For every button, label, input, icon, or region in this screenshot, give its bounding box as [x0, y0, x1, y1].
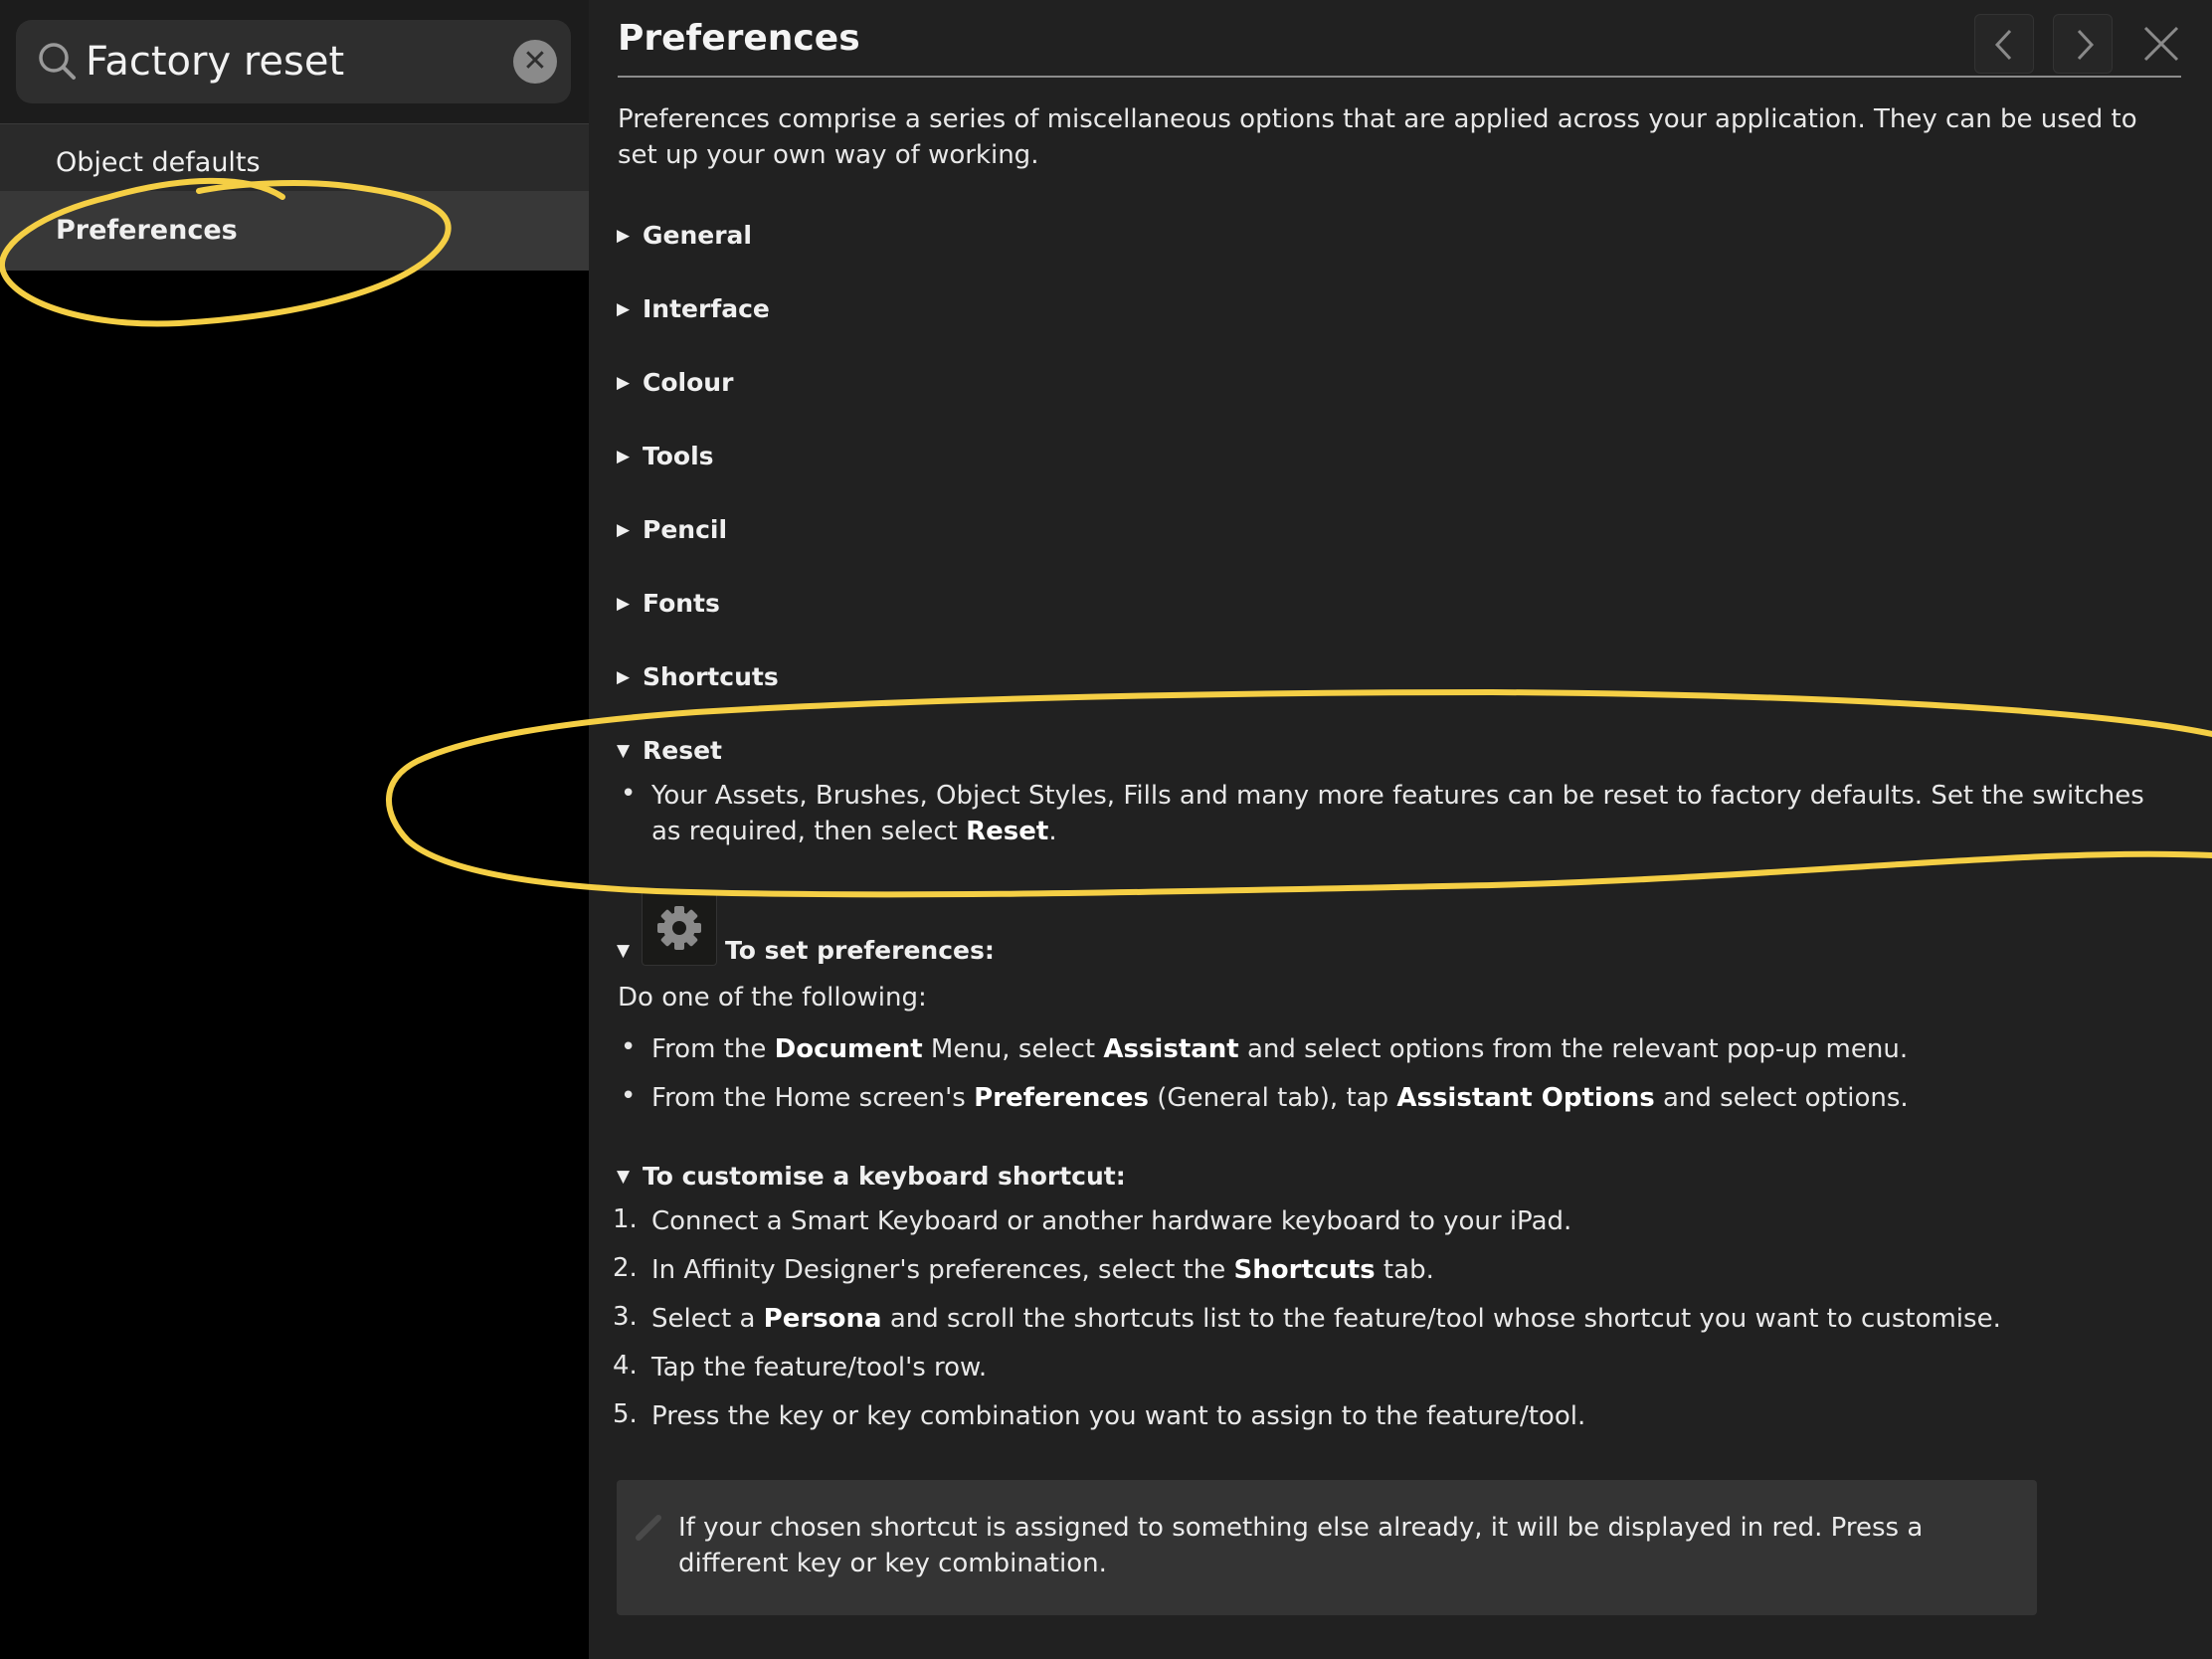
step-item: Select a Persona and scroll the shortcut… — [651, 1304, 2001, 1334]
set-preferences-item: From the Document Menu, select Assistant… — [651, 1034, 1909, 1064]
back-arrow-icon — [1994, 29, 2012, 61]
search-input[interactable] — [86, 30, 513, 93]
sidebar: ✕ Object defaults Preferences — [0, 0, 589, 1659]
collapsed-arrow-icon: ▶ — [617, 226, 631, 246]
collapsed-arrow-icon: ▶ — [617, 447, 631, 466]
forward-arrow-icon — [2077, 29, 2095, 61]
step-number: 4. — [613, 1351, 638, 1381]
section-colour[interactable]: ▶ Colour — [617, 368, 733, 397]
section-pencil[interactable]: ▶ Pencil — [617, 515, 727, 544]
customise-shortcut-heading: To customise a keyboard shortcut: — [643, 1162, 1126, 1191]
section-label: Tools — [643, 442, 714, 470]
back-button[interactable] — [1974, 14, 2034, 74]
help-content: Preferences Preferences comprise a serie… — [589, 0, 2212, 1659]
expanded-arrow-icon: ▼ — [617, 741, 631, 761]
sidebar-item-label: Object defaults — [56, 147, 261, 178]
sidebar-item-label: Preferences — [56, 215, 238, 246]
step-number: 3. — [613, 1302, 638, 1332]
sidebar-item-preferences[interactable]: Preferences — [0, 191, 589, 271]
step-item: In Affinity Designer's preferences, sele… — [651, 1255, 1434, 1285]
bullet: • — [621, 779, 637, 809]
intro-text: Preferences comprise a series of miscell… — [618, 104, 2137, 170]
section-general[interactable]: ▶ General — [617, 221, 752, 250]
reset-description: Your Assets, Brushes, Object Styles, Fil… — [651, 781, 2144, 846]
step-number: 5. — [613, 1399, 638, 1429]
section-label: Colour — [643, 368, 734, 397]
section-interface[interactable]: ▶ Interface — [617, 294, 770, 323]
set-preferences-lead: Do one of the following: — [618, 983, 927, 1013]
collapsed-arrow-icon: ▶ — [617, 520, 631, 540]
set-preferences-toggle[interactable]: ▼ — [617, 936, 643, 965]
collapsed-arrow-icon: ▶ — [617, 299, 631, 319]
bullet: • — [621, 1032, 637, 1062]
pencil-icon — [636, 1515, 661, 1541]
gear-icon — [642, 890, 717, 966]
section-label: Reset — [643, 736, 722, 765]
section-label: Pencil — [643, 515, 728, 544]
collapsed-arrow-icon: ▶ — [617, 667, 631, 687]
section-label: General — [643, 221, 752, 250]
search-icon — [39, 43, 76, 80]
forward-button[interactable] — [2053, 14, 2113, 74]
step-item: Tap the feature/tool's row. — [651, 1353, 988, 1382]
title-divider — [618, 76, 2181, 78]
close-icon — [2143, 26, 2179, 62]
note-text: If your chosen shortcut is assigned to s… — [678, 1513, 1924, 1578]
close-button[interactable] — [2131, 14, 2191, 74]
step-item: Connect a Smart Keyboard or another hard… — [651, 1206, 1572, 1236]
set-preferences-heading: To set preferences: — [725, 936, 995, 965]
step-item: Press the key or key combination you wan… — [651, 1401, 1586, 1431]
page-title: Preferences — [618, 18, 860, 59]
search-area: ✕ — [0, 0, 589, 123]
section-label: Interface — [643, 294, 770, 323]
collapsed-arrow-icon: ▶ — [617, 594, 631, 614]
step-number: 1. — [613, 1204, 638, 1234]
bullet: • — [621, 1081, 637, 1111]
section-label: Fonts — [643, 589, 720, 618]
expanded-arrow-icon: ▼ — [617, 1167, 631, 1187]
section-tools[interactable]: ▶ Tools — [617, 442, 714, 470]
section-reset[interactable]: ▼ Reset — [617, 736, 722, 765]
collapsed-arrow-icon: ▶ — [617, 373, 631, 393]
search-box[interactable]: ✕ — [16, 20, 571, 103]
section-fonts[interactable]: ▶ Fonts — [617, 589, 720, 618]
expanded-arrow-icon: ▼ — [617, 941, 631, 961]
customise-shortcut-toggle[interactable]: ▼ To customise a keyboard shortcut: — [617, 1162, 1126, 1191]
sidebar-item-object-defaults[interactable]: Object defaults — [0, 123, 589, 201]
step-number: 2. — [613, 1253, 638, 1283]
section-label: Shortcuts — [643, 662, 779, 691]
clear-icon[interactable]: ✕ — [513, 40, 557, 84]
set-preferences-item: From the Home screen's Preferences (Gene… — [651, 1083, 1909, 1113]
note-box: If your chosen shortcut is assigned to s… — [617, 1480, 2037, 1615]
section-shortcuts[interactable]: ▶ Shortcuts — [617, 662, 779, 691]
